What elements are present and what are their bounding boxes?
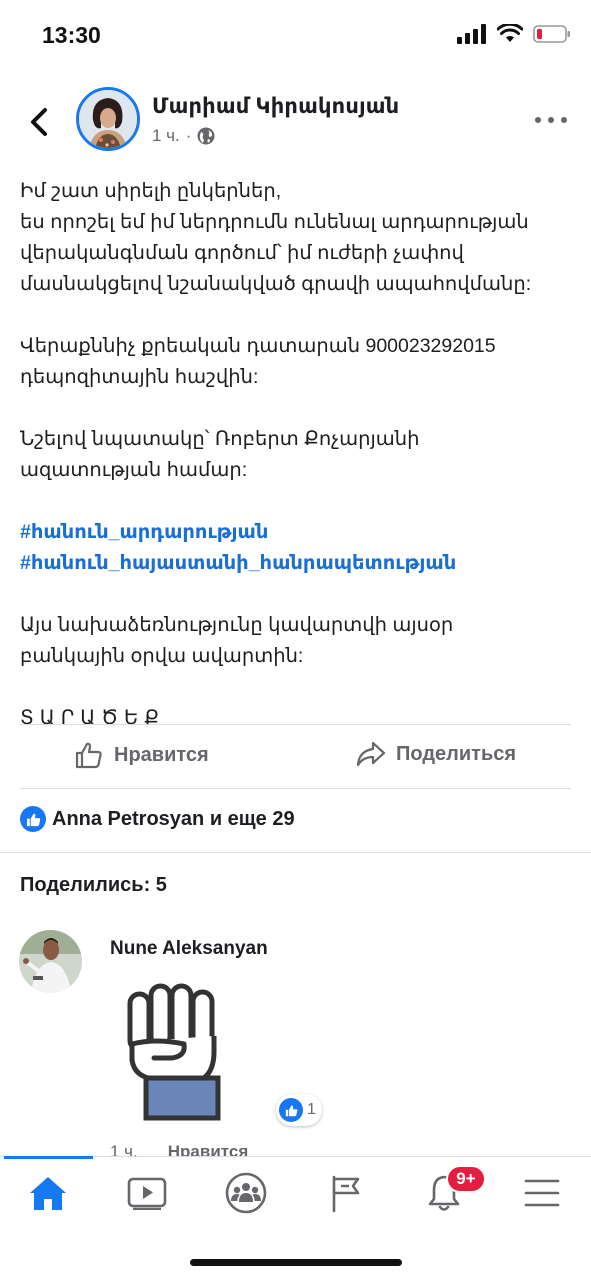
home-indicator[interactable] (190, 1259, 402, 1266)
home-icon (30, 1177, 66, 1210)
more-options-button[interactable] (535, 108, 567, 132)
post-actions: Нравится Поделиться (0, 732, 591, 782)
hashtags: #հանուն_արդարության #հանուն_հայաստանի_հա… (20, 517, 580, 579)
status-bar: 13:30 (0, 0, 591, 70)
section-divider (0, 852, 591, 853)
like-button[interactable]: Нравится (74, 740, 209, 770)
post-line: Վերաքննիչ քրեական դատարան 900023292015 (20, 335, 496, 357)
like-reaction-icon (279, 1098, 303, 1122)
hashtag-link[interactable]: #հանուն_արդարության (20, 517, 580, 548)
post-line: Իմ շատ սիրելի ընկերներ, (20, 180, 282, 202)
hashtag-link[interactable]: #հանուն_հայաստանի_հանրապետության (20, 548, 580, 579)
back-button[interactable] (22, 102, 56, 142)
thumbs-up-outline-icon (75, 742, 102, 769)
sharer-name[interactable]: Nune Aleksanyan (110, 938, 268, 960)
video-icon (127, 1177, 167, 1210)
author-avatar[interactable] (76, 87, 140, 151)
tab-pages[interactable] (318, 1171, 374, 1215)
signal-icon (457, 24, 486, 44)
like-reaction-icon (20, 806, 46, 832)
groups-icon (225, 1172, 267, 1214)
post-line: ազատության համար: (20, 459, 248, 481)
author-photo (79, 90, 137, 148)
status-time: 13:30 (42, 22, 101, 48)
post-line: Նշելով նպատակը՝ Ռոբերտ Քոչարյանի (20, 428, 420, 450)
post-paragraph: Այս նախաձեռնությունը կավարտվի այսօր բանկ… (20, 610, 580, 672)
tab-home[interactable] (20, 1171, 76, 1215)
tab-groups[interactable] (218, 1171, 274, 1215)
wifi-icon (497, 24, 523, 42)
post-paragraph: Վերաքննիչ քրեական դատարան 900023292015 դ… (20, 331, 580, 393)
reactions-summary[interactable]: Anna Petrosyan и еще 29 (20, 806, 295, 832)
post-line: դեպոզիտային հաշվին: (20, 366, 259, 388)
post-closing: ՏԱՐԱԾԵՔ (20, 707, 166, 729)
post-paragraph: Իմ շատ սիրելի ընկերներ, ես որոշել եմ իմ … (20, 176, 580, 300)
share-arrow-icon (356, 741, 386, 767)
raised-fist-image (127, 983, 221, 1121)
post-line: մասնակցելով նշանակված գրավի ապահովմանը: (20, 273, 532, 295)
share-button[interactable]: Поделиться (356, 740, 516, 768)
reaction-count: 1 (307, 1101, 316, 1118)
post-line: վերականգնման գործում՝ իմ ուժերի չափով (20, 242, 464, 264)
meta-separator: · (185, 126, 192, 145)
chevron-left-icon (31, 108, 47, 136)
dot-icon (535, 117, 541, 123)
post-line: Այս նախաձեռնությունը կավարտվի այսօր (20, 614, 454, 636)
flag-icon (332, 1175, 360, 1213)
active-tab-indicator (4, 1156, 93, 1159)
comment-reaction-count[interactable]: 1 (276, 1094, 322, 1126)
battery-icon (533, 25, 570, 43)
globe-icon (197, 127, 215, 145)
status-icons (457, 24, 571, 44)
post-header: Մարիամ Կիրակոսյան 1 ч. · (0, 86, 591, 156)
notifications-badge: 9+ (446, 1165, 486, 1193)
like-label: Нравится (114, 743, 209, 766)
divider (20, 724, 571, 725)
tab-watch[interactable] (119, 1171, 175, 1215)
post-time[interactable]: 1 ч. (152, 126, 180, 146)
author-name[interactable]: Մարիամ Կիրակոսյան (152, 94, 399, 119)
post-line: ես որոշել եմ իմ ներդրումն ունենալ արդարո… (20, 211, 529, 233)
post-paragraph: Նշելով նպատակը՝ Ռոբերտ Քոչարյանի ազատութ… (20, 424, 580, 486)
post-meta: 1 ч. · (152, 126, 215, 146)
sharer-avatar[interactable] (19, 930, 82, 993)
tab-menu[interactable] (514, 1171, 570, 1215)
divider (20, 788, 571, 789)
share-label: Поделиться (396, 742, 517, 765)
dot-icon (561, 117, 567, 123)
post-text: Իմ շատ սիրելի ընկերներ, ես որոշել եմ իմ … (20, 176, 580, 734)
shares-title: Поделились: 5 (20, 874, 167, 896)
hamburger-menu-icon (524, 1179, 560, 1207)
reactions-text: Anna Petrosyan и еще 29 (52, 807, 295, 830)
sharer-photo (19, 930, 82, 993)
dot-icon (548, 117, 554, 123)
post-line: բանկային օրվա ավարտին: (20, 645, 304, 667)
